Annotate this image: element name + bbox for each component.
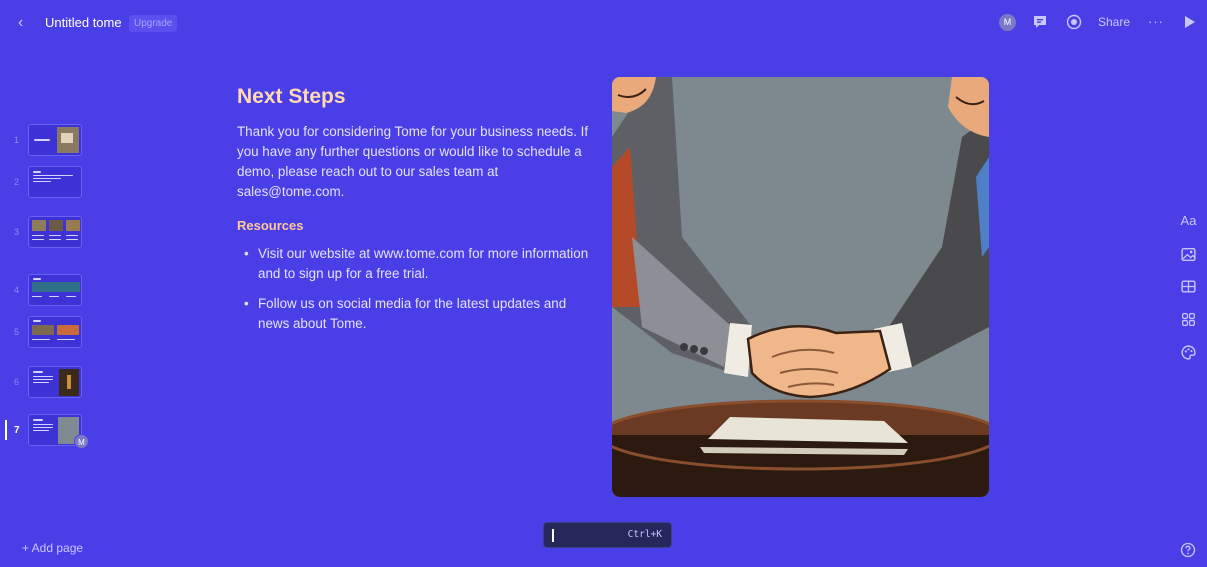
document-title[interactable]: Untitled tome bbox=[45, 15, 122, 30]
list-item[interactable]: Visit our website at www.tome.com for mo… bbox=[244, 244, 594, 284]
share-button[interactable]: Share bbox=[1098, 15, 1130, 29]
back-button[interactable]: ‹ bbox=[18, 14, 34, 32]
play-icon[interactable] bbox=[1183, 14, 1197, 30]
help-icon[interactable] bbox=[1180, 542, 1196, 558]
slide-thumbnail-2[interactable]: 2 bbox=[0, 166, 100, 202]
slide-thumbnail-6[interactable]: 6 bbox=[0, 366, 100, 402]
more-options-icon[interactable]: ··· bbox=[1148, 14, 1164, 29]
resources-list: Visit our website at www.tome.com for mo… bbox=[244, 244, 594, 344]
slide-preview bbox=[28, 216, 82, 248]
upgrade-button[interactable]: Upgrade bbox=[129, 15, 178, 32]
slide-thumbnail-5[interactable]: 5 bbox=[0, 316, 100, 352]
slide-thumbnail-1[interactable]: 1 bbox=[0, 124, 100, 160]
text-format-tool[interactable]: Aa bbox=[1180, 212, 1197, 229]
slide-number: 3 bbox=[14, 227, 20, 237]
slide-thumbnail-7[interactable]: 7 M bbox=[0, 414, 100, 450]
command-bar[interactable]: Ctrl+K bbox=[543, 522, 672, 548]
command-input-caret bbox=[552, 529, 554, 542]
palette-icon[interactable] bbox=[1180, 344, 1197, 361]
command-shortcut-hint: Ctrl+K bbox=[627, 529, 662, 540]
top-bar: ‹ Untitled tome Upgrade M Share ··· bbox=[0, 0, 1207, 46]
add-page-button[interactable]: + Add page bbox=[22, 541, 83, 555]
slide-title[interactable]: Next Steps bbox=[237, 85, 346, 109]
slide-number: 5 bbox=[14, 327, 20, 337]
slide-preview bbox=[28, 316, 82, 348]
list-item[interactable]: Follow us on social media for the latest… bbox=[244, 294, 594, 334]
handshake-illustration bbox=[612, 77, 989, 497]
slide-thumbnail-3[interactable]: 3 bbox=[0, 216, 100, 252]
active-slide-indicator bbox=[5, 420, 7, 440]
slide-preview bbox=[28, 166, 82, 198]
slide-preview bbox=[28, 124, 82, 156]
table-tool-icon[interactable] bbox=[1180, 278, 1197, 295]
comment-icon[interactable] bbox=[1032, 14, 1048, 30]
slide-number: 2 bbox=[14, 177, 20, 187]
collaborator-avatar: M bbox=[74, 434, 89, 449]
slide-thumbnail-4[interactable]: 4 bbox=[0, 274, 100, 310]
image-tool-icon[interactable] bbox=[1180, 246, 1197, 263]
slide-preview bbox=[28, 366, 82, 398]
slide-body-text[interactable]: Thank you for considering Tome for your … bbox=[237, 122, 609, 202]
slide-preview bbox=[28, 274, 82, 306]
slide-number: 1 bbox=[14, 135, 20, 145]
slide-number: 4 bbox=[14, 285, 20, 295]
tiles-tool-icon[interactable] bbox=[1180, 311, 1197, 328]
slide-number: 7 bbox=[14, 425, 20, 436]
handshake-image[interactable] bbox=[612, 77, 989, 497]
record-icon[interactable] bbox=[1066, 14, 1082, 30]
section-heading[interactable]: Resources bbox=[237, 218, 303, 233]
slide-number: 6 bbox=[14, 377, 20, 387]
user-avatar[interactable]: M bbox=[999, 14, 1016, 31]
